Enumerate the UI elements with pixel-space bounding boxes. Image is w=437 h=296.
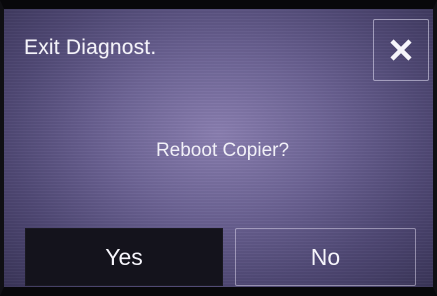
- dialog-screen: Exit Diagnost. Reboot Copier? Yes No: [0, 0, 437, 296]
- dialog-message: Reboot Copier?: [155, 140, 290, 161]
- dialog-title: Exit Diagnost.: [24, 36, 157, 59]
- yes-button[interactable]: Yes: [25, 228, 223, 286]
- close-button[interactable]: [373, 19, 429, 81]
- no-button-label: No: [310, 243, 341, 270]
- no-button[interactable]: No: [235, 228, 416, 286]
- close-icon: [389, 38, 413, 62]
- yes-button-label: Yes: [105, 243, 143, 270]
